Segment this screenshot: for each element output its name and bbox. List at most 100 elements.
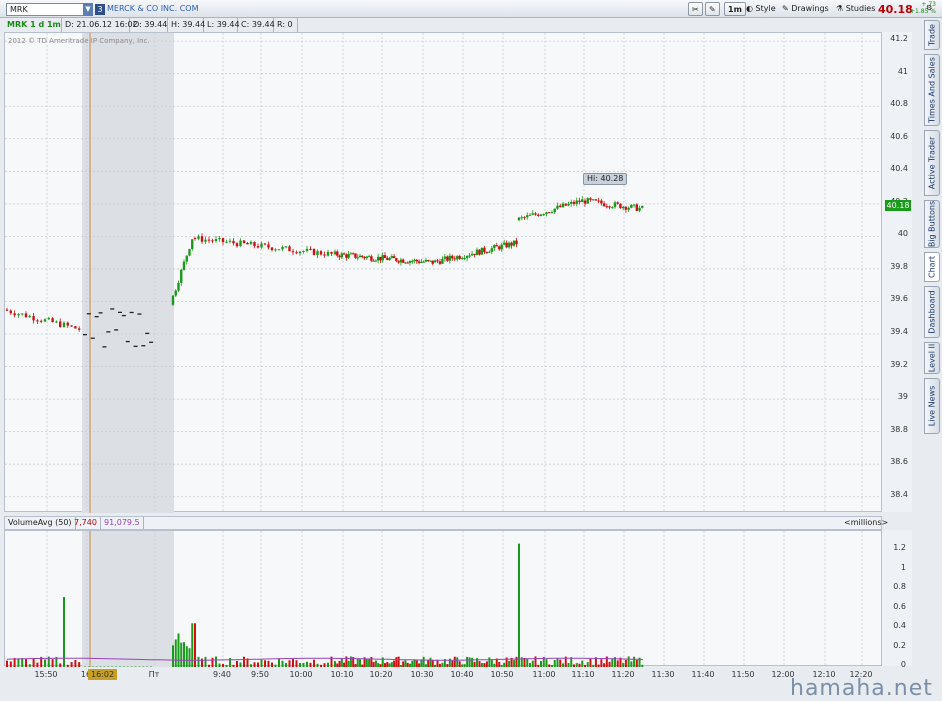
studies-button[interactable]: ⚗ Studies (836, 2, 875, 16)
volume-chart[interactable] (4, 530, 882, 666)
candle (44, 319, 46, 321)
interval-button[interactable]: 1m (724, 2, 746, 16)
candle (486, 252, 488, 253)
candle (40, 321, 42, 322)
tab-active-trader[interactable]: Active Trader (924, 130, 940, 196)
price-tick: 38.4 (890, 490, 908, 499)
drawing-tool-icon[interactable]: ✎ (705, 2, 720, 16)
candle (253, 242, 255, 246)
candle (29, 316, 31, 317)
volume-tick: 0.8 (893, 582, 906, 591)
time-tick: 11:40 (691, 670, 714, 679)
candle (488, 252, 490, 253)
candle (441, 259, 443, 264)
link-group-badge[interactable]: 3 (95, 4, 105, 15)
candle (444, 257, 446, 259)
tab-trade[interactable]: Trade (924, 20, 940, 50)
time-tick: 10:40 (450, 670, 473, 679)
candle (55, 322, 57, 323)
candle (468, 256, 470, 257)
candle (250, 242, 252, 244)
candle (402, 260, 404, 263)
candle (330, 252, 332, 254)
candle (397, 261, 399, 262)
candle (197, 236, 199, 239)
candle (608, 206, 610, 207)
candle (565, 204, 567, 206)
candle (427, 260, 429, 261)
candle (498, 246, 500, 249)
candle (302, 251, 304, 252)
price-tick: 40.8 (890, 99, 908, 108)
candle (338, 256, 340, 258)
tab-chart[interactable]: Chart (924, 252, 940, 282)
candle (361, 256, 363, 257)
volume-bar (178, 634, 180, 667)
volume-study-name[interactable]: VolumeAvg (50) (5, 517, 76, 529)
volume-tick: 0.4 (893, 621, 906, 630)
time-tick: 9:40 (213, 670, 231, 679)
volume-bar (63, 597, 65, 667)
tab-level-ii[interactable]: Level II (924, 342, 940, 374)
candle (359, 256, 361, 258)
time-axis[interactable]: 15:5016Пт9:409:5010:0010:1010:2010:3010:… (4, 666, 882, 686)
after-hours-shade (82, 33, 174, 513)
style-button[interactable]: ◐ Style (746, 2, 776, 16)
tab-big-buttons[interactable]: Big Buttons (924, 200, 940, 248)
candle (446, 257, 448, 261)
crosshair-icon[interactable]: ✂ (688, 2, 703, 16)
candle (363, 257, 365, 258)
volume-tick: 1.2 (893, 543, 906, 552)
candle (211, 240, 213, 241)
candle (559, 206, 561, 207)
candle (48, 318, 50, 319)
candle (70, 326, 72, 327)
candle (570, 202, 572, 204)
candle (449, 256, 451, 261)
volume-tick: 0.2 (893, 641, 906, 650)
candle (366, 257, 368, 259)
candle (67, 323, 69, 326)
candle (471, 254, 473, 256)
candle (603, 203, 605, 206)
candle (526, 215, 528, 217)
candle (619, 204, 621, 209)
candle (382, 255, 384, 260)
price-tick: 40 (898, 229, 908, 238)
chart-title: MRK 1 d 1m (4, 18, 62, 32)
candle (614, 202, 616, 207)
candle (225, 242, 227, 243)
time-tick: 11:00 (532, 670, 555, 679)
candle (463, 258, 465, 259)
candle (633, 205, 635, 206)
symbol-input[interactable]: MRK (6, 3, 92, 16)
candle (295, 252, 297, 253)
tab-dashboard[interactable]: Dashboard (924, 286, 940, 338)
settings-icon[interactable]: ⚙ (926, 1, 932, 15)
candle (622, 207, 624, 208)
candle (491, 248, 493, 252)
price-chart[interactable] (4, 32, 882, 512)
candle (347, 254, 349, 258)
candle (606, 206, 608, 207)
candle (407, 263, 409, 264)
candle (529, 215, 531, 216)
candle (422, 262, 424, 263)
candle (17, 314, 19, 315)
tab-live-news[interactable]: Live News (924, 378, 940, 434)
candle (239, 241, 241, 247)
time-tick: 10:10 (330, 670, 353, 679)
tab-label: Level II (928, 344, 937, 372)
candle (313, 249, 315, 255)
price-axis[interactable]: 41.24140.840.640.440.24039.839.639.439.2… (882, 32, 912, 512)
side-tab-strip: Trade Times And Sales Active Trader Big But… (924, 20, 940, 440)
candle (334, 251, 336, 254)
candle (368, 256, 370, 257)
symbol-dropdown-icon[interactable]: ▼ (83, 3, 93, 16)
drawings-button[interactable]: ✎ Drawings (782, 2, 829, 16)
candle (222, 238, 224, 242)
candle (481, 248, 483, 255)
tab-times-and-sales[interactable]: Times And Sales (924, 54, 940, 126)
candle (327, 252, 329, 256)
candle (404, 263, 406, 264)
